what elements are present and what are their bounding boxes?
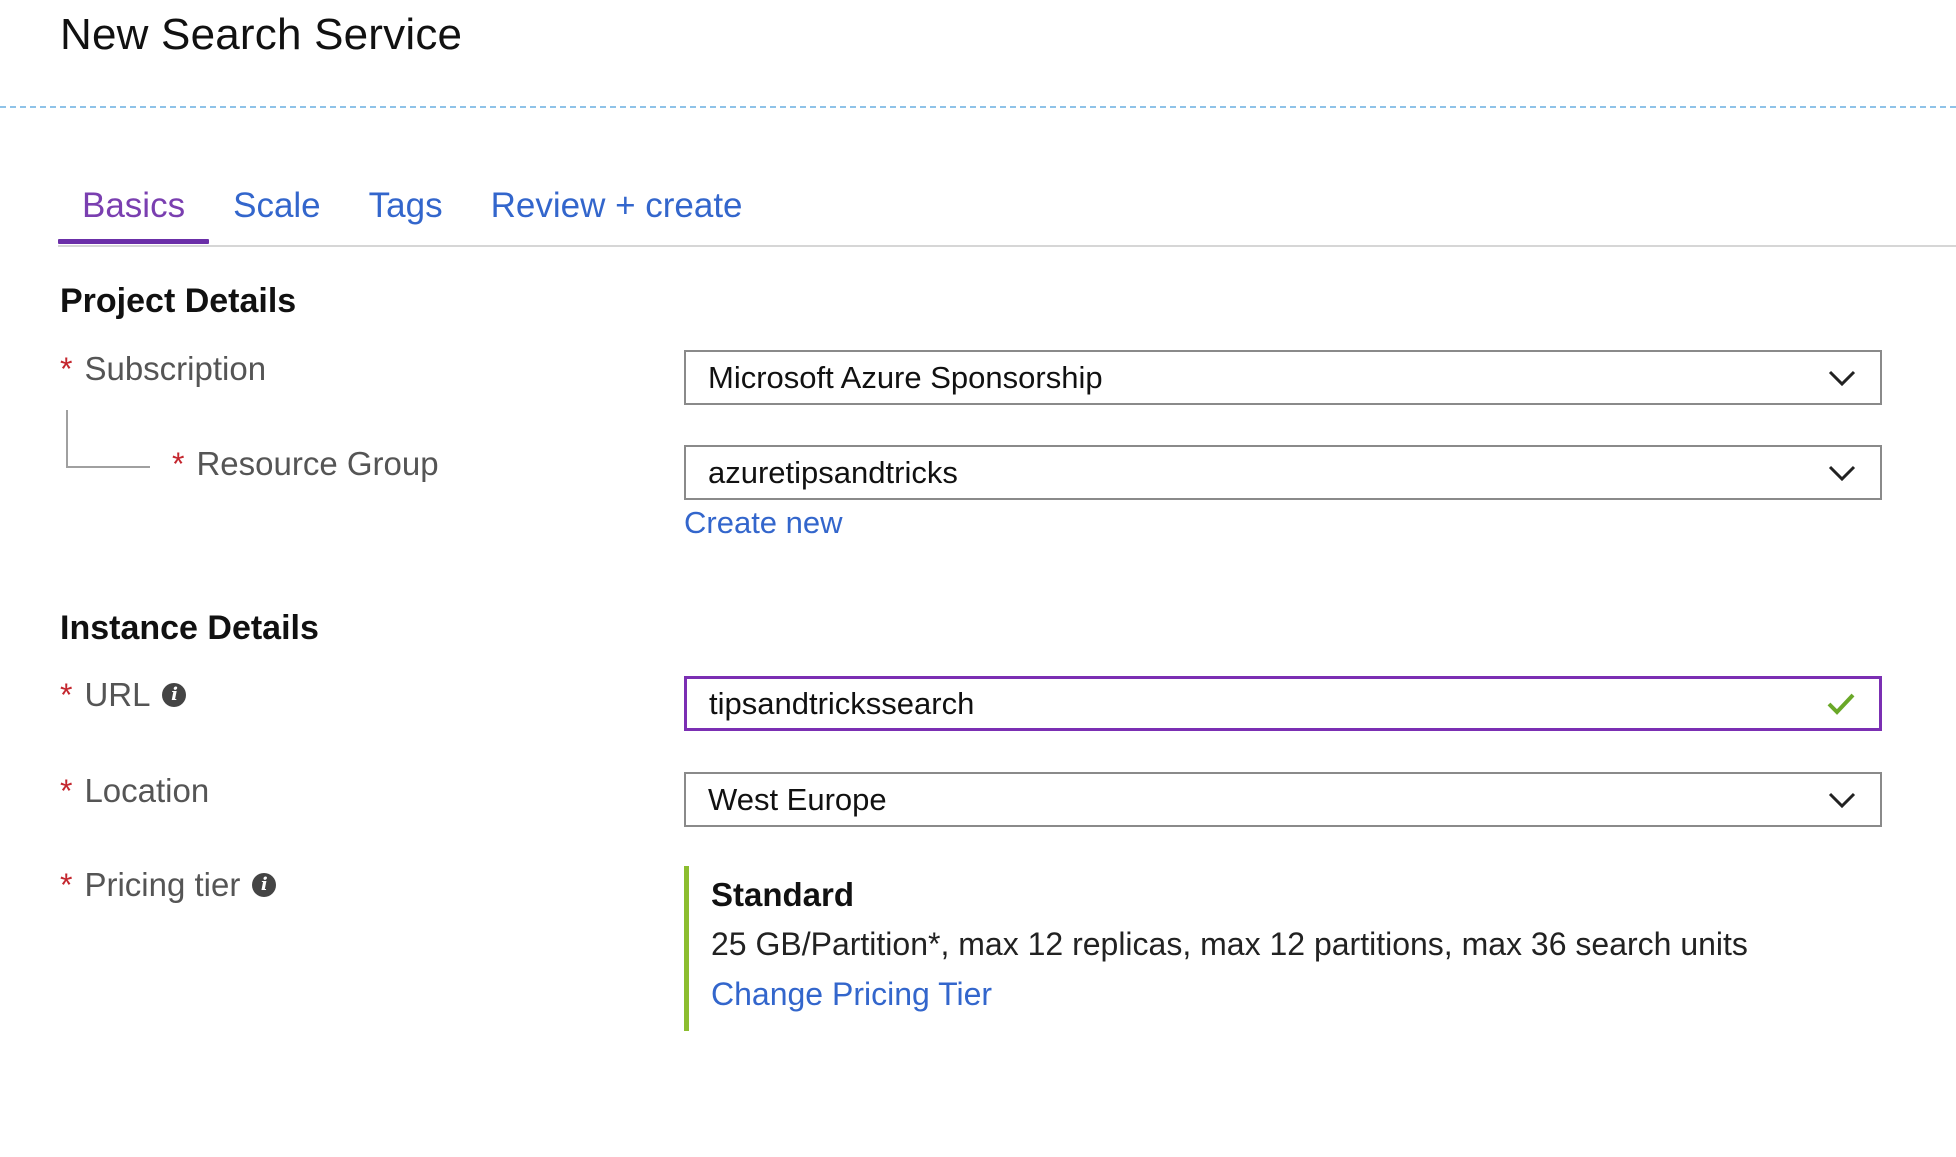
project-details-heading: Project Details bbox=[60, 282, 297, 320]
url-input[interactable]: tipsandtrickssearch bbox=[684, 676, 1882, 731]
checkmark-icon bbox=[1821, 684, 1861, 724]
resource-group-label-text: Resource Group bbox=[196, 445, 439, 482]
tab-bar: Basics Scale Tags Review + create bbox=[58, 180, 767, 244]
url-label: * URL i bbox=[60, 676, 187, 714]
subscription-dropdown[interactable]: Microsoft Azure Sponsorship bbox=[684, 350, 1882, 405]
pricing-tier-panel: Standard 25 GB/Partition*, max 12 replic… bbox=[684, 866, 1884, 1031]
tab-scale[interactable]: Scale bbox=[209, 180, 345, 244]
resource-group-tree-connector bbox=[66, 410, 150, 468]
pricing-tier-label: * Pricing tier i bbox=[60, 866, 277, 904]
subscription-label: * Subscription bbox=[60, 350, 266, 388]
url-value: tipsandtrickssearch bbox=[709, 685, 975, 721]
create-new-resource-group-link[interactable]: Create new bbox=[684, 505, 843, 541]
change-pricing-tier-link[interactable]: Change Pricing Tier bbox=[711, 976, 992, 1013]
required-asterisk: * bbox=[60, 676, 73, 713]
resource-group-dropdown[interactable]: azuretipsandtricks bbox=[684, 445, 1882, 500]
pricing-tier-description: 25 GB/Partition*, max 12 replicas, max 1… bbox=[711, 926, 1748, 962]
location-label-text: Location bbox=[84, 772, 210, 809]
info-icon[interactable]: i bbox=[252, 873, 277, 897]
required-asterisk: * bbox=[60, 866, 73, 903]
tab-tags[interactable]: Tags bbox=[345, 180, 467, 244]
info-icon[interactable]: i bbox=[162, 683, 187, 707]
pricing-tier-label-text: Pricing tier bbox=[84, 866, 241, 903]
subscription-value: Microsoft Azure Sponsorship bbox=[708, 359, 1103, 395]
new-search-service-page: New Search Service Basics Scale Tags Rev… bbox=[0, 0, 1956, 1157]
chevron-down-icon bbox=[1822, 358, 1862, 398]
required-asterisk: * bbox=[172, 445, 185, 482]
location-value: West Europe bbox=[708, 781, 887, 817]
tabs-divider bbox=[58, 245, 1956, 247]
chevron-down-icon bbox=[1822, 453, 1862, 493]
page-title: New Search Service bbox=[60, 10, 463, 59]
location-dropdown[interactable]: West Europe bbox=[684, 772, 1882, 827]
required-asterisk: * bbox=[60, 350, 73, 387]
subscription-label-text: Subscription bbox=[84, 350, 267, 387]
header-divider bbox=[0, 106, 1956, 108]
url-label-text: URL bbox=[84, 676, 151, 713]
resource-group-value: azuretipsandtricks bbox=[708, 454, 958, 490]
tab-review-create[interactable]: Review + create bbox=[467, 180, 767, 244]
location-label: * Location bbox=[60, 772, 209, 810]
instance-details-heading: Instance Details bbox=[60, 609, 319, 647]
tab-basics[interactable]: Basics bbox=[58, 180, 210, 244]
required-asterisk: * bbox=[60, 772, 73, 809]
pricing-tier-name: Standard bbox=[711, 876, 855, 913]
resource-group-label: * Resource Group bbox=[172, 445, 439, 483]
chevron-down-icon bbox=[1822, 780, 1862, 820]
